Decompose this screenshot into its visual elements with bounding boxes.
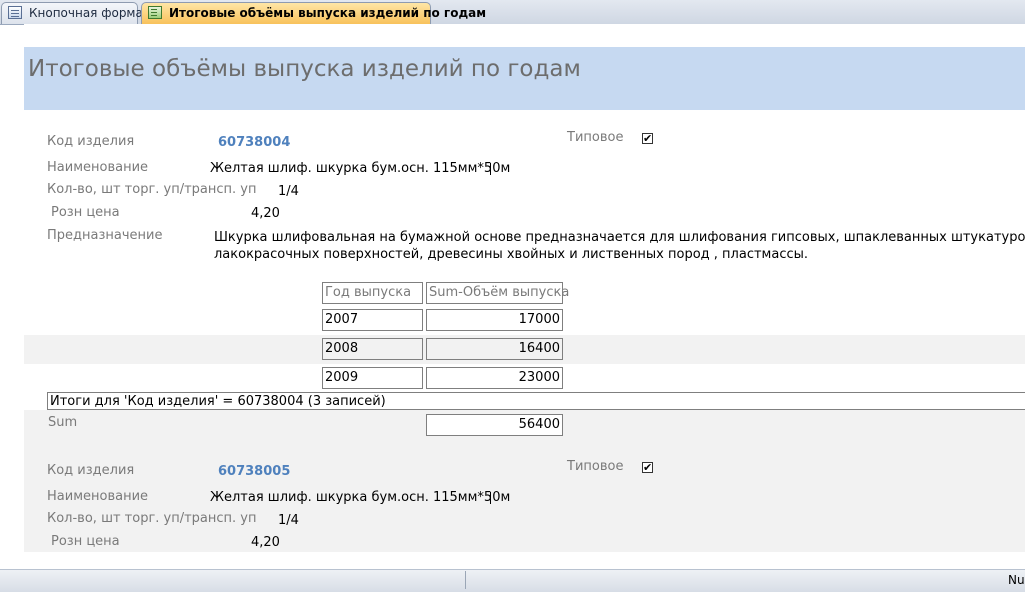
qty-label: Кол-во, шт торг. уп/трансп. уп — [47, 511, 257, 526]
code-value: 60738005 — [218, 464, 291, 479]
purpose-label: Предназначение — [47, 228, 163, 243]
year-cell: 2009 — [322, 367, 423, 389]
code-label: Код изделия — [47, 463, 135, 478]
status-bar — [0, 569, 1025, 592]
report-title: Итоговые объёмы выпуска изделий по годам — [28, 56, 581, 82]
year-cell: 2007 — [322, 309, 423, 331]
report-page[interactable]: Итоговые объёмы выпуска изделий по годам… — [24, 24, 1025, 552]
volume-cell: 23000 — [426, 367, 563, 389]
code-value: 60738004 — [218, 135, 291, 150]
bottom-margin — [0, 592, 1025, 616]
price-label: Розн цена — [51, 205, 120, 220]
volume-column-header: Sum-Объём выпуска — [426, 282, 569, 304]
typical-label: Типовое — [567, 130, 624, 145]
status-divider — [465, 571, 466, 589]
name-label: Наименование — [47, 489, 149, 504]
code-label: Код изделия — [47, 134, 135, 149]
name-value: Желтая шлиф. шкурка бум.осн. 115мм*50м — [210, 161, 511, 176]
volume-cell: 16400 — [426, 338, 563, 360]
year-column-header: Год выпуска — [322, 282, 423, 304]
price-value: 4,20 — [251, 535, 280, 550]
report-icon — [148, 6, 162, 19]
form-icon — [8, 6, 22, 19]
name-label: Наименование — [47, 160, 149, 175]
text-cursor — [490, 492, 491, 504]
document-tab-bar: Кнопочная форма Итоговые объёмы выпуска … — [0, 0, 1025, 25]
group-summary: Итоги для 'Код изделия' = 60738004 (3 за… — [47, 392, 1025, 410]
purpose-value-line2: лакокрасочных поверхностей, древесины хв… — [214, 247, 809, 262]
year-cell: 2008 — [322, 338, 423, 360]
typical-label: Типовое — [567, 459, 624, 474]
price-label: Розн цена — [51, 534, 120, 549]
group-band — [24, 438, 1025, 552]
text-cursor — [490, 163, 491, 175]
tab-label: Кнопочная форма — [29, 6, 143, 20]
tab-label: Итоговые объёмы выпуска изделий по годам — [169, 6, 487, 20]
name-value: Желтая шлиф. шкурка бум.осн. 115мм*50м — [210, 490, 511, 505]
tab-switchboard-form[interactable]: Кнопочная форма — [1, 2, 143, 24]
qty-value: 1/4 — [278, 513, 299, 528]
volume-cell: 17000 — [426, 309, 563, 331]
sum-label: Sum — [48, 415, 78, 430]
num-lock-indicator: Nu — [1008, 573, 1025, 587]
purpose-value-line1: Шкурка шлифовальная на бумажной основе п… — [214, 230, 1025, 245]
typical-checkbox[interactable]: ✔ — [642, 133, 653, 144]
qty-label: Кол-во, шт торг. уп/трансп. уп — [47, 182, 257, 197]
tab-yearly-output-report[interactable]: Итоговые объёмы выпуска изделий по годам — [141, 2, 486, 24]
typical-checkbox[interactable]: ✔ — [642, 462, 653, 473]
price-value: 4,20 — [251, 206, 280, 221]
sum-value: 56400 — [426, 414, 563, 436]
qty-value: 1/4 — [278, 184, 299, 199]
